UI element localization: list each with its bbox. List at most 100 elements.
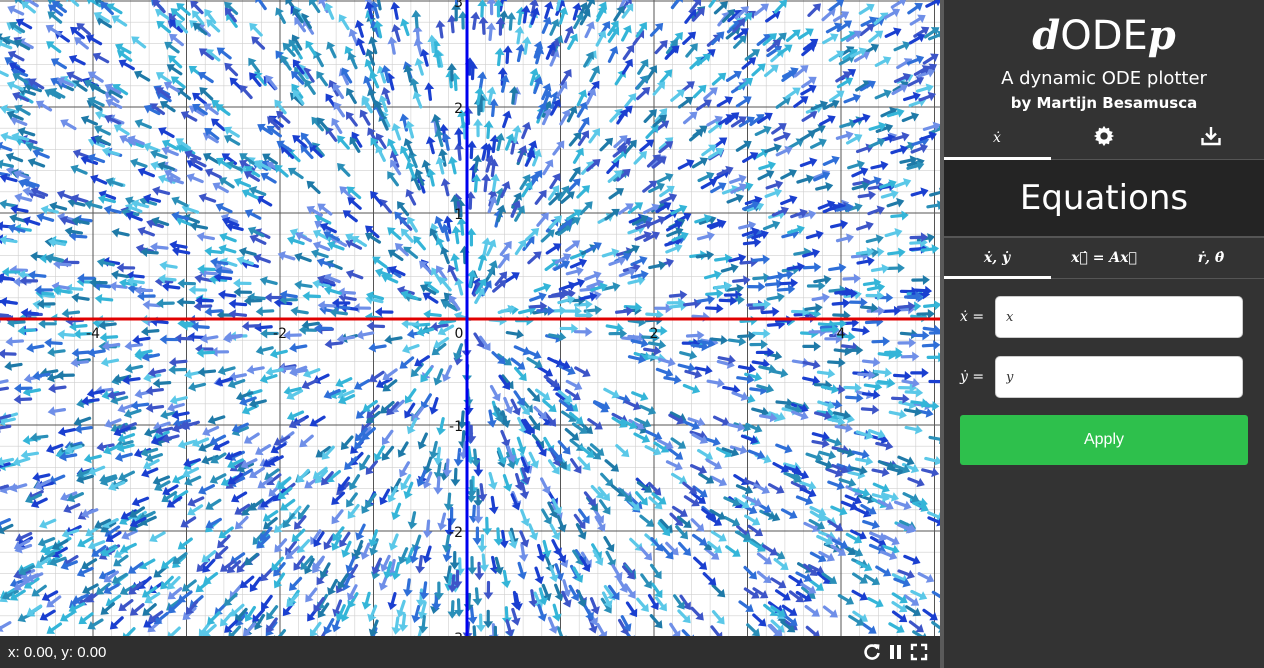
field-arrow [0,66,9,78]
y-dot-input[interactable] [995,356,1243,398]
app-subtitle: A dynamic ODE plotter [1001,68,1207,89]
field-arrow [294,280,313,290]
field-arrow [805,625,821,636]
pause-icon[interactable] [886,642,906,662]
field-arrow [720,263,739,274]
field-arrow [860,404,880,415]
field-arrow [909,14,926,26]
field-arrow [711,72,727,86]
field-arrow [7,5,25,16]
field-arrow [231,491,248,503]
field-arrow [534,189,547,205]
field-arrow [802,38,819,51]
field-arrow [472,587,483,606]
field-arrow [477,0,488,18]
field-arrow [187,332,206,343]
field-arrow [851,589,868,601]
x-dot-input[interactable] [995,296,1243,338]
apply-button[interactable]: Apply [960,415,1248,465]
field-arrow [670,0,684,10]
field-arrow [505,329,525,340]
active-equation-tab-indicator [944,276,1051,279]
field-arrow [342,210,358,223]
field-arrow [5,336,24,347]
field-arrow [399,18,410,37]
field-arrow [903,554,921,565]
tab-matrix[interactable]: x⃗̇ = Ax⃗ [1051,238,1157,278]
field-arrow [521,121,532,140]
field-arrow [205,498,222,510]
field-arrow [785,87,801,100]
field-arrow [632,30,645,46]
field-arrow [152,186,171,196]
field-arrow [241,321,261,332]
field-arrow [302,291,321,302]
field-arrow [804,604,820,617]
field-arrow [90,174,108,185]
field-arrow [884,27,902,38]
field-arrow [429,397,439,415]
field-arrow [608,188,625,200]
field-arrow [152,378,172,389]
field-arrow [289,342,308,353]
field-arrow [490,173,501,193]
field-arrow [855,143,874,154]
field-arrow [552,140,565,156]
field-arrow [924,455,940,466]
field-arrow [886,197,905,208]
field-arrow [822,605,838,618]
field-arrow [50,58,67,70]
tab-settings[interactable] [1051,118,1157,158]
field-arrow [682,383,701,394]
phase-plot[interactable]: -4-2024321-1-2-3 [0,0,940,636]
field-arrow [852,113,871,123]
field-arrow [827,357,846,368]
y-tick-label: 1 [454,207,463,223]
field-arrow [44,337,63,348]
field-arrow [518,543,529,562]
field-arrow [255,306,275,317]
field-arrow [255,444,272,456]
field-arrow [198,484,215,495]
tab-cartesian[interactable]: ẋ, ẏ [944,238,1050,278]
field-arrow [440,178,451,197]
field-arrow [703,270,722,280]
vector-field-canvas[interactable]: -4-2024321-1-2-3 [0,0,940,636]
tab-equations[interactable]: ẋ [944,118,1050,158]
field-arrow [94,293,114,304]
field-arrow [68,54,86,66]
field-arrow [774,589,791,601]
panel-title: Equations [944,160,1264,236]
download-icon [1200,125,1222,151]
field-arrow [865,234,884,244]
field-arrow [233,278,252,289]
field-arrow [477,71,487,90]
field-arrow [482,516,493,536]
field-arrow [111,227,130,238]
field-arrow [835,233,854,244]
field-arrow [890,144,909,155]
tab-polar[interactable]: ṙ, θ̇ [1158,238,1264,278]
tab-download[interactable] [1158,118,1264,158]
field-arrow [197,367,217,377]
field-arrow [639,404,657,415]
field-arrow [691,157,708,169]
field-arrow [238,246,257,257]
field-arrow [422,545,432,564]
field-arrow [780,168,797,180]
field-arrow [417,432,428,450]
field-arrow [640,573,652,589]
axes [0,0,940,636]
field-arrow [856,221,874,231]
field-arrow [305,40,317,57]
field-arrow [309,621,322,636]
field-arrow [373,445,385,462]
field-arrow [527,387,541,403]
field-arrow [39,518,57,529]
field-arrow [422,519,433,539]
reset-icon[interactable] [862,642,882,662]
field-arrow [488,495,499,515]
field-arrow [71,347,91,358]
fullscreen-icon[interactable] [909,642,929,662]
field-arrow [234,515,249,530]
